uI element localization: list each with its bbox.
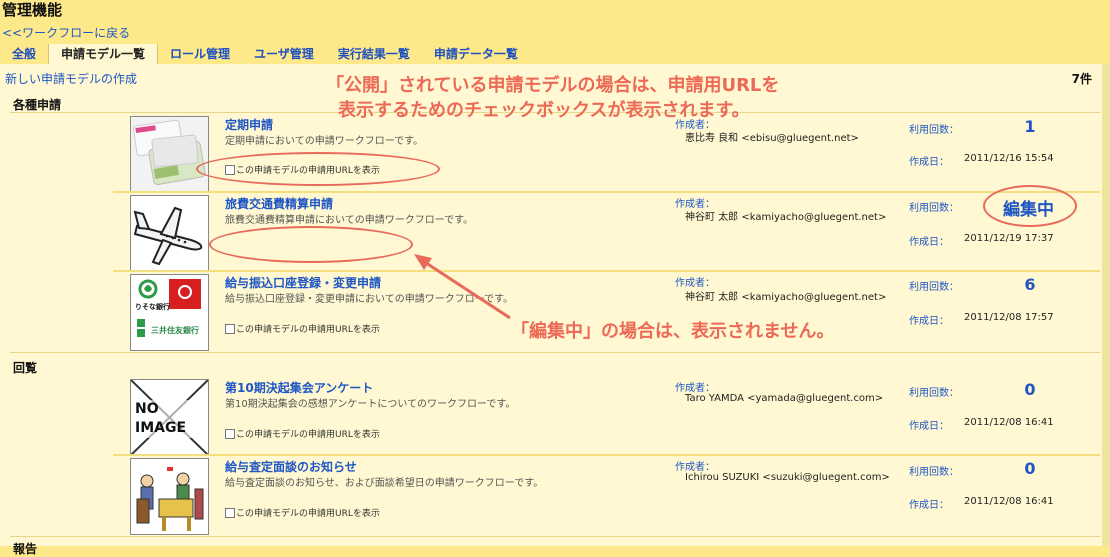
created-value: 2011/12/08 16:41 <box>964 496 1054 507</box>
created-label: 作成日： <box>909 157 949 168</box>
created-value: 2011/12/19 17:37 <box>964 233 1054 244</box>
created-label: 作成日： <box>909 500 949 511</box>
uses-value: 1 <box>1024 117 1036 136</box>
tab-roles[interactable]: ロール管理 <box>158 44 242 64</box>
callout-text: 「公開」されている申請モデルの場合は、申請用URLを <box>326 75 780 96</box>
created-value: 2011/12/08 16:41 <box>964 417 1054 428</box>
row-divider <box>113 270 1100 272</box>
back-to-workflow-link[interactable]: <<ワークフローに戻る <box>2 24 130 41</box>
model-description: 旅費交通費精算申請においての申請ワークフローです。 <box>225 215 474 226</box>
created-label: 作成日： <box>909 421 949 432</box>
author-value: 恵比寿 良和 <ebisu@gluegent.net> <box>685 133 859 144</box>
bank-name-resona: りそな銀行 <box>135 303 170 311</box>
tab-results[interactable]: 実行結果一覧 <box>326 44 422 64</box>
uses-label: 利用回数： <box>909 125 959 136</box>
created-label: 作成日： <box>909 237 949 248</box>
tab-general[interactable]: 全般 <box>0 44 48 64</box>
new-model-link[interactable]: 新しい申請モデルの作成 <box>5 70 137 87</box>
interview-image <box>131 459 208 534</box>
bank-name-smbc: 三井住友銀行 <box>151 326 199 335</box>
highlight-oval <box>209 226 413 263</box>
model-description: 定期申請においての申請ワークフローです。 <box>225 136 424 147</box>
model-name-link[interactable]: 定期申請 <box>225 116 273 133</box>
uses-value: 0 <box>1024 380 1036 399</box>
created-label: 作成日： <box>909 316 949 327</box>
airplane-image <box>131 196 208 271</box>
author-label: 作成者： <box>675 383 715 394</box>
card-image <box>131 117 208 192</box>
checkbox[interactable] <box>225 428 235 439</box>
show-url-checkbox[interactable]: この申請モデルの申請用URLを表示 <box>225 322 380 335</box>
checkbox-label: この申請モデルの申請用URLを表示 <box>236 325 380 335</box>
uses-label: 利用回数： <box>909 388 959 399</box>
divider <box>10 352 1100 353</box>
bank-logos-image <box>131 275 208 350</box>
model-description: 給与査定面談のお知らせ、および面談希望日の申請ワークフローです。 <box>225 478 544 489</box>
uses-value: 6 <box>1024 275 1036 294</box>
tab-data-list[interactable]: 申請データ一覧 <box>422 44 530 64</box>
model-count: 7件 <box>1071 72 1092 86</box>
model-description: 第10期決起集会の感想アンケートについてのワークフローです。 <box>225 399 516 410</box>
show-url-checkbox[interactable]: この申請モデルの申請用URLを表示 <box>225 427 380 440</box>
tab-model-list[interactable]: 申請モデル一覧 <box>48 44 159 64</box>
checkbox[interactable] <box>225 507 235 518</box>
author-value: 神谷町 太郎 <kamiyacho@gluegent.net> <box>685 212 887 223</box>
checkbox-label: この申請モデルの申請用URLを表示 <box>236 430 380 440</box>
model-thumbnail-none: NO IMAGE <box>130 379 209 456</box>
author-label: 作成者： <box>675 462 715 473</box>
no-image-text: NO IMAGE <box>135 400 205 438</box>
uses-label: 利用回数： <box>909 203 959 214</box>
tab-bar: 全般 申請モデル一覧 ロール管理 ユーザ管理 実行結果一覧 申請データ一覧 <box>0 44 530 64</box>
model-thumbnail-interview <box>130 458 209 535</box>
scrollbar[interactable] <box>1102 64 1110 546</box>
highlight-oval <box>196 152 440 186</box>
highlight-oval <box>983 185 1077 227</box>
row-divider <box>113 454 1100 456</box>
divider <box>10 536 1100 537</box>
model-thumbnail-airplane <box>130 195 209 272</box>
page-title: 管理機能 <box>2 1 63 19</box>
category-title: 回覧 <box>13 361 38 375</box>
author-value: 神谷町 太郎 <kamiyacho@gluegent.net> <box>685 292 887 303</box>
model-description: 給与振込口座登録・変更申請においての申請ワークフローです。 <box>225 294 514 305</box>
callout-text: 表示するためのチェックボックスが表示されます。 <box>338 100 750 121</box>
author-label: 作成者： <box>675 278 715 289</box>
checkbox[interactable] <box>225 323 235 334</box>
model-name-link[interactable]: 第10期決起集会アンケート <box>225 379 373 396</box>
uses-label: 利用回数： <box>909 467 959 478</box>
uses-label: 利用回数： <box>909 282 959 293</box>
model-thumbnail-banks: りそな銀行 三井住友銀行 <box>130 274 209 351</box>
checkbox-label: この申請モデルの申請用URLを表示 <box>236 509 380 519</box>
author-value: Ichirou SUZUKI <suzuki@gluegent.com> <box>685 472 890 483</box>
callout-text: 「編集中」の場合は、表示されません。 <box>511 321 835 342</box>
row-divider <box>113 191 1100 193</box>
model-name-link[interactable]: 給与査定面談のお知らせ <box>225 458 357 475</box>
category-title: 報告 <box>13 542 38 556</box>
created-value: 2011/12/08 17:57 <box>964 312 1054 323</box>
model-name-link[interactable]: 旅費交通費精算申請 <box>225 195 333 212</box>
model-name-link[interactable]: 給与振込口座登録・変更申請 <box>225 274 381 291</box>
tab-users[interactable]: ユーザ管理 <box>242 44 326 64</box>
show-url-checkbox[interactable]: この申請モデルの申請用URLを表示 <box>225 506 380 519</box>
uses-value: 0 <box>1024 459 1036 478</box>
created-value: 2011/12/16 15:54 <box>964 153 1054 164</box>
header-bar: 管理機能 <<ワークフローに戻る 全般 申請モデル一覧 ロール管理 ユーザ管理 … <box>0 0 1110 64</box>
model-thumbnail-card <box>130 116 209 193</box>
category-title: 各種申請 <box>13 98 62 112</box>
author-value: Taro YAMDA <yamada@gluegent.com> <box>685 393 884 404</box>
